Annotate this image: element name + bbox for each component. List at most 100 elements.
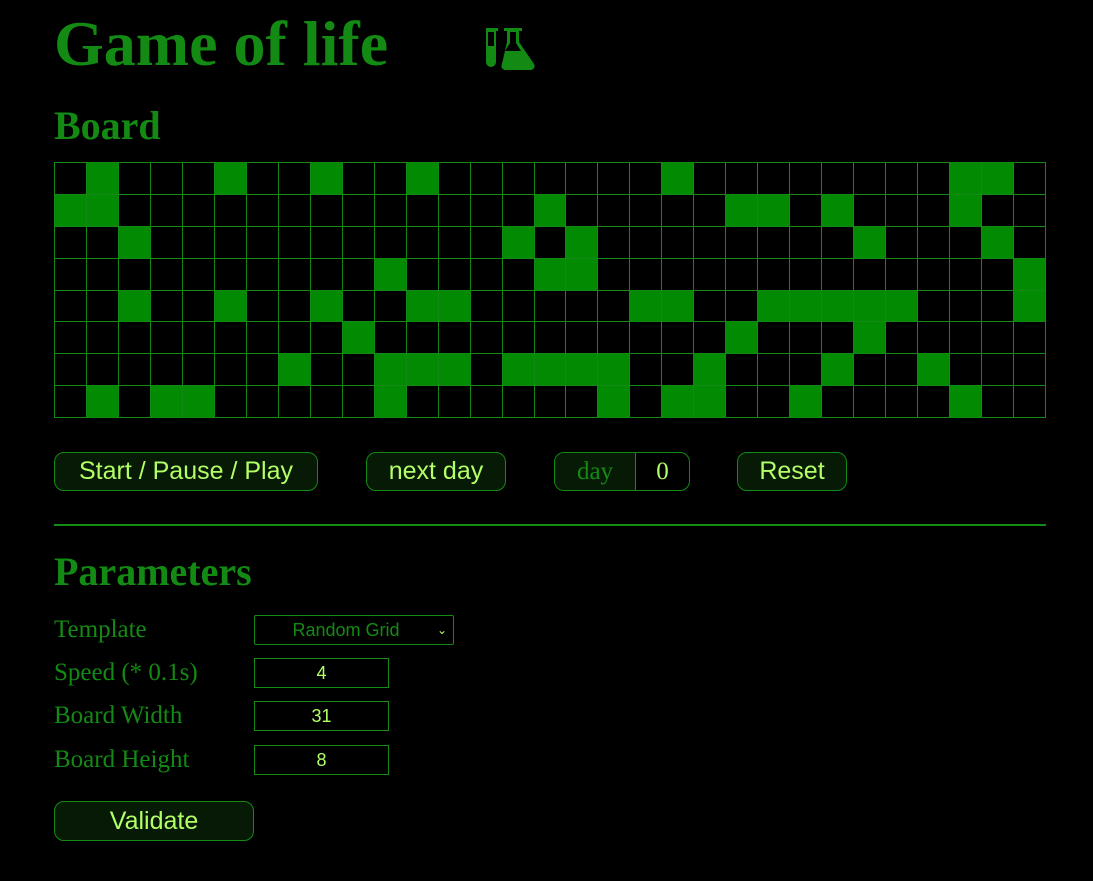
board-cell[interactable] (54, 193, 86, 226)
board-cell[interactable] (725, 289, 758, 322)
board-cell[interactable] (725, 353, 758, 386)
board-cell[interactable] (181, 385, 214, 417)
board-cell[interactable] (245, 385, 278, 417)
board-cell[interactable] (853, 321, 886, 354)
board-cell[interactable] (949, 257, 982, 290)
board-cell[interactable] (277, 385, 310, 417)
board-cell[interactable] (629, 353, 662, 386)
board-cell[interactable] (277, 162, 310, 194)
board-cell[interactable] (725, 385, 758, 417)
board-cell[interactable] (181, 321, 214, 354)
board-cell[interactable] (245, 225, 278, 258)
board-cell[interactable] (789, 162, 822, 194)
board-cell[interactable] (565, 353, 598, 386)
board-cell[interactable] (597, 321, 630, 354)
board-cell[interactable] (757, 225, 790, 258)
board-cell[interactable] (341, 321, 374, 354)
board-cell[interactable] (373, 225, 406, 258)
board-cell[interactable] (1013, 225, 1045, 258)
board-cell[interactable] (373, 193, 406, 226)
board-cell[interactable] (789, 193, 822, 226)
board-cell[interactable] (597, 257, 630, 290)
board-width-input[interactable] (254, 701, 389, 731)
board-cell[interactable] (309, 289, 342, 322)
board-cell[interactable] (661, 321, 694, 354)
board-cell[interactable] (54, 257, 86, 290)
board-cell[interactable] (533, 321, 566, 354)
board-cell[interactable] (213, 353, 246, 386)
board-cell[interactable] (373, 321, 406, 354)
board-cell[interactable] (661, 162, 694, 194)
board-cell[interactable] (277, 193, 310, 226)
board-cell[interactable] (1013, 385, 1045, 417)
speed-input[interactable] (254, 658, 389, 688)
board-cell[interactable] (885, 385, 918, 417)
board-cell[interactable] (821, 353, 854, 386)
board-cell[interactable] (54, 385, 86, 417)
board-cell[interactable] (885, 321, 918, 354)
board-cell[interactable] (533, 353, 566, 386)
board-cell[interactable] (981, 289, 1014, 322)
board-cell[interactable] (629, 257, 662, 290)
board-cell[interactable] (821, 225, 854, 258)
board-cell[interactable] (853, 162, 886, 194)
board-cell[interactable] (1013, 353, 1045, 386)
board-cell[interactable] (757, 193, 790, 226)
board-cell[interactable] (757, 321, 790, 354)
board-cell[interactable] (213, 321, 246, 354)
board-cell[interactable] (661, 193, 694, 226)
board-cell[interactable] (54, 321, 86, 354)
board-cell[interactable] (725, 162, 758, 194)
board-cell[interactable] (117, 257, 150, 290)
board-cell[interactable] (117, 385, 150, 417)
board-cell[interactable] (565, 321, 598, 354)
board-cell[interactable] (245, 289, 278, 322)
board-cell[interactable] (949, 289, 982, 322)
board-cell[interactable] (309, 193, 342, 226)
board-cell[interactable] (181, 257, 214, 290)
board-cell[interactable] (533, 385, 566, 417)
board-cell[interactable] (245, 353, 278, 386)
board-cell[interactable] (949, 385, 982, 417)
board-cell[interactable] (917, 353, 950, 386)
board-cell[interactable] (629, 289, 662, 322)
board-cell[interactable] (1013, 289, 1045, 322)
board-cell[interactable] (789, 353, 822, 386)
board-cell[interactable] (117, 321, 150, 354)
board-cell[interactable] (85, 225, 118, 258)
board-cell[interactable] (693, 321, 726, 354)
board-cell[interactable] (981, 257, 1014, 290)
board-cell[interactable] (309, 162, 342, 194)
flask-icon[interactable] (484, 26, 540, 72)
board-cell[interactable] (437, 289, 470, 322)
board-cell[interactable] (469, 193, 502, 226)
board-cell[interactable] (117, 353, 150, 386)
board-cell[interactable] (405, 193, 438, 226)
board-cell[interactable] (853, 225, 886, 258)
board-cell[interactable] (757, 162, 790, 194)
board-cell[interactable] (853, 257, 886, 290)
board-cell[interactable] (885, 289, 918, 322)
board-cell[interactable] (437, 193, 470, 226)
board-cell[interactable] (629, 385, 662, 417)
board-cell[interactable] (693, 162, 726, 194)
board-cell[interactable] (629, 321, 662, 354)
board-cell[interactable] (149, 225, 182, 258)
board-cell[interactable] (949, 162, 982, 194)
board-cell[interactable] (981, 353, 1014, 386)
board-cell[interactable] (597, 225, 630, 258)
board-cell[interactable] (629, 162, 662, 194)
board-cell[interactable] (565, 162, 598, 194)
board-cell[interactable] (565, 385, 598, 417)
board-cell[interactable] (117, 193, 150, 226)
board-cell[interactable] (629, 225, 662, 258)
board-cell[interactable] (981, 162, 1014, 194)
board-cell[interactable] (309, 385, 342, 417)
board-cell[interactable] (341, 225, 374, 258)
board-cell[interactable] (245, 162, 278, 194)
board-cell[interactable] (821, 385, 854, 417)
board-cell[interactable] (277, 353, 310, 386)
board-cell[interactable] (501, 385, 534, 417)
board-cell[interactable] (885, 162, 918, 194)
board-cell[interactable] (949, 225, 982, 258)
